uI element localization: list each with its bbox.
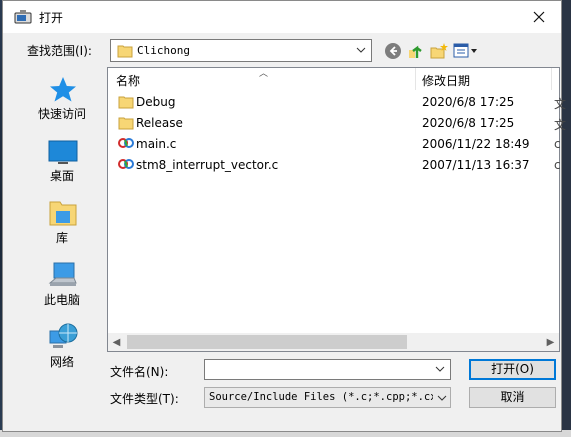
table-row[interactable]: main.c 2006/11/22 18:49 c <box>108 134 561 155</box>
file-name: Release <box>136 116 183 130</box>
cancel-button[interactable]: 取消 <box>469 387 556 408</box>
view-menu-button[interactable] <box>453 41 479 61</box>
libraries-icon <box>46 197 80 229</box>
look-in-combo[interactable]: Clichong <box>110 39 372 62</box>
place-this-pc[interactable]: 此电脑 <box>22 253 102 313</box>
open-button[interactable]: 打开(O) <box>469 359 556 380</box>
sort-ascending-icon: ︿ <box>259 69 269 79</box>
new-folder-icon <box>430 43 448 59</box>
chevron-down-icon[interactable] <box>434 363 446 378</box>
column-header-date[interactable]: 修改日期 <box>422 72 470 89</box>
horizontal-scrollbar[interactable]: ◀ ▶ <box>108 333 559 351</box>
network-icon <box>46 321 80 353</box>
file-date: 2006/11/22 18:49 <box>422 137 530 151</box>
close-button[interactable] <box>517 1 561 32</box>
places-bar: 快速访问 桌面 库 此电脑 网络 <box>22 67 102 373</box>
c-source-file-icon <box>118 137 134 152</box>
place-label: 网络 <box>49 355 74 369</box>
file-type-truncated: 文 <box>554 118 567 132</box>
place-libraries[interactable]: 库 <box>22 191 102 251</box>
scroll-right-icon[interactable]: ▶ <box>542 333 559 351</box>
place-label: 此电脑 <box>43 293 80 307</box>
place-desktop[interactable]: 桌面 <box>22 129 102 189</box>
file-name-label: 文件名(N): <box>110 365 169 379</box>
file-type-truncated: c <box>554 158 561 172</box>
place-network[interactable]: 网络 <box>22 315 102 375</box>
file-name-input[interactable] <box>204 359 451 380</box>
open-file-dialog: 打开 查找范围(I): Clichong 快速访问 桌面 库 此电脑 网络 ︿ … <box>2 0 566 432</box>
chevron-down-icon[interactable] <box>355 44 367 59</box>
place-label: 快速访问 <box>37 107 86 121</box>
folder-icon <box>118 116 134 133</box>
title-bar: 打开 <box>3 1 561 33</box>
file-type-truncated: c <box>554 137 561 151</box>
up-folder-button[interactable] <box>406 41 426 61</box>
look-in-value: Clichong <box>137 44 190 57</box>
file-name: main.c <box>136 137 177 151</box>
file-type-label: 文件类型(T): <box>110 392 179 406</box>
file-type-select[interactable]: Source/Include Files (*.c;*.cpp;*.cxx <box>204 387 451 408</box>
table-row[interactable]: stm8_interrupt_vector.c 2007/11/13 16:37… <box>108 155 561 176</box>
desktop-icon <box>46 135 80 167</box>
column-header-row: ︿ 名称 修改日期 <box>108 68 559 90</box>
c-source-file-icon <box>118 158 134 173</box>
this-pc-icon <box>46 259 80 291</box>
column-separator[interactable] <box>551 68 552 90</box>
look-in-label: 查找范围(I): <box>27 44 92 58</box>
file-list[interactable]: ︿ 名称 修改日期 Debug 2020/6/8 17:25 文 Release… <box>107 67 566 352</box>
window-title: 打开 <box>39 11 64 25</box>
file-name: Debug <box>136 95 176 109</box>
file-date: 2007/11/13 16:37 <box>422 158 530 172</box>
new-folder-button[interactable] <box>429 41 449 61</box>
background-right <box>562 0 571 437</box>
back-icon <box>385 43 401 59</box>
back-button[interactable] <box>383 41 403 61</box>
column-header-name[interactable]: 名称 <box>116 72 140 89</box>
table-row[interactable]: Release 2020/6/8 17:25 文 <box>108 113 566 134</box>
file-type-value: Source/Include Files (*.c;*.cpp;*.cxx <box>209 391 443 403</box>
table-row[interactable]: Debug 2020/6/8 17:25 文 <box>108 92 566 113</box>
column-separator[interactable] <box>415 68 416 90</box>
file-date: 2020/6/8 17:25 <box>422 116 515 130</box>
folder-icon <box>117 44 133 61</box>
place-label: 桌面 <box>49 169 74 183</box>
app-icon <box>14 9 32 28</box>
up-folder-icon <box>409 45 422 58</box>
place-quick-access[interactable]: 快速访问 <box>22 67 102 127</box>
scrollbar-thumb[interactable] <box>127 335 407 349</box>
view-menu-icon <box>453 43 477 58</box>
file-name: stm8_interrupt_vector.c <box>136 158 279 172</box>
file-type-truncated: 文 <box>554 97 567 111</box>
close-icon <box>533 11 545 22</box>
chevron-down-icon[interactable] <box>433 388 450 407</box>
file-date: 2020/6/8 17:25 <box>422 95 515 109</box>
scroll-left-icon[interactable]: ◀ <box>108 333 125 351</box>
quick-access-star-icon <box>46 73 80 105</box>
folder-icon <box>118 95 134 112</box>
place-label: 库 <box>55 231 68 245</box>
